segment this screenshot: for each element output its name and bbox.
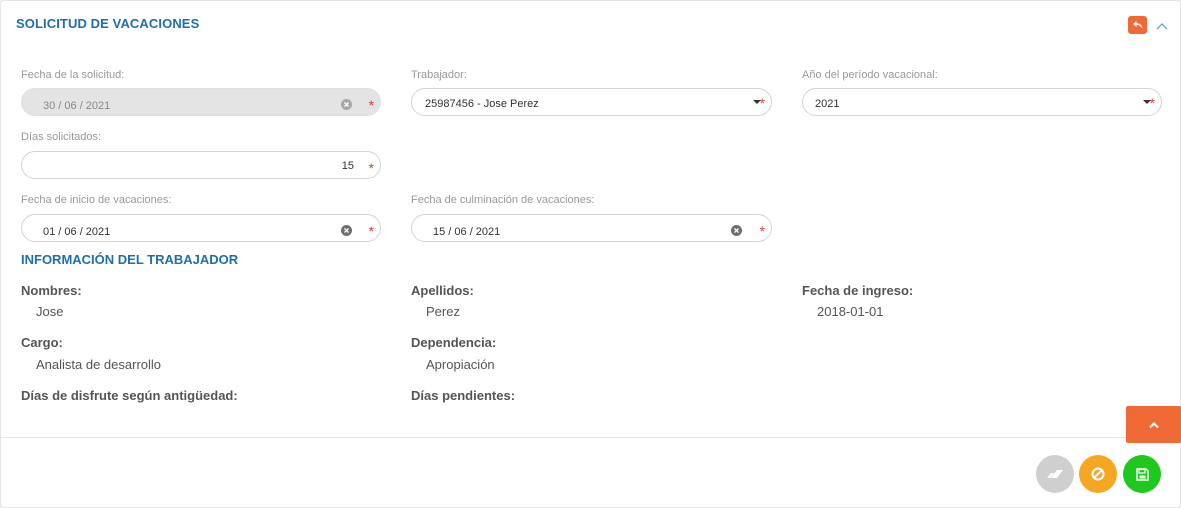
page-title: SOLICITUD DE VACACIONES: [16, 16, 200, 31]
required-mark: *: [759, 95, 765, 111]
chevron-up-icon: [1156, 23, 1168, 30]
collapse-button[interactable]: [1154, 18, 1170, 34]
cancel-button[interactable]: [1079, 455, 1117, 493]
nombres-value: Jose: [36, 304, 64, 319]
floppy-disk-icon: [1135, 467, 1149, 481]
vacation-request-panel: SOLICITUD DE VACACIONES Fecha de la soli…: [0, 0, 1181, 508]
clear-circle-icon: [341, 99, 352, 110]
cargo-value: Analista de desarrollo: [36, 357, 162, 372]
eraser-icon: [1047, 470, 1063, 478]
fecha-inicio-input[interactable]: 01 / 06 / 2021 *: [21, 214, 381, 242]
required-mark: *: [1149, 95, 1155, 111]
cargo-label: Cargo:: [21, 335, 63, 350]
fecha-inicio-value: 01 / 06 / 2021: [43, 226, 111, 238]
fecha-inicio-label: Fecha de inicio de vacaciones:: [21, 194, 172, 206]
dias-solicitados-label: Días solicitados:: [21, 131, 102, 143]
dias-solicitados-value: 15: [341, 160, 354, 172]
ban-icon: [1091, 467, 1105, 481]
worker-info-title: INFORMACIÓN DEL TRABAJADOR: [21, 252, 239, 267]
anio-periodo-select[interactable]: 2021 *: [802, 88, 1162, 116]
required-mark: *: [759, 223, 765, 239]
apellidos-value: Perez: [426, 304, 460, 319]
dias-pendientes-label: Días pendientes:: [411, 388, 516, 403]
trabajador-label: Trabajador:: [411, 69, 467, 81]
fecha-solicitud-label: Fecha de la solicitud:: [21, 69, 125, 81]
back-button[interactable]: [1128, 16, 1147, 34]
undo-arrow-icon: [1132, 20, 1142, 29]
fecha-ingreso-label: Fecha de ingreso:: [802, 283, 914, 298]
required-mark: *: [368, 97, 374, 113]
fecha-culminacion-input[interactable]: 15 / 06 / 2021 *: [411, 214, 772, 242]
save-button[interactable]: [1123, 455, 1161, 493]
trabajador-value: 25987456 - Jose Perez: [425, 98, 539, 110]
required-mark: *: [368, 160, 374, 176]
footer-divider: [1, 437, 1181, 438]
dias-solicitados-input[interactable]: 15 *: [21, 151, 381, 179]
fecha-ingreso-value: 2018-01-01: [817, 304, 884, 319]
fecha-solicitud-field: 30 / 06 / 2021 *: [21, 88, 381, 116]
trabajador-select[interactable]: 25987456 - Jose Perez *: [411, 88, 772, 116]
fecha-culminacion-value: 15 / 06 / 2021: [433, 226, 501, 238]
fecha-culminacion-label: Fecha de culminación de vacaciones:: [411, 194, 595, 206]
dependencia-value: Apropiación: [426, 357, 495, 372]
scroll-top-button[interactable]: [1126, 406, 1181, 443]
dias-disfrute-label: Días de disfrute según antigüedad:: [21, 388, 238, 403]
chevron-up-icon: [1148, 421, 1159, 428]
clear-circle-icon[interactable]: [731, 225, 742, 236]
apellidos-label: Apellidos:: [411, 283, 474, 298]
nombres-label: Nombres:: [21, 283, 82, 298]
dependencia-label: Dependencia:: [411, 335, 497, 350]
anio-periodo-value: 2021: [815, 98, 840, 110]
clear-circle-icon[interactable]: [341, 225, 352, 236]
anio-periodo-label: Año del período vacacional:: [802, 69, 938, 81]
fecha-solicitud-value: 30 / 06 / 2021: [43, 100, 111, 112]
clear-form-button[interactable]: [1036, 455, 1074, 493]
required-mark: *: [368, 223, 374, 239]
